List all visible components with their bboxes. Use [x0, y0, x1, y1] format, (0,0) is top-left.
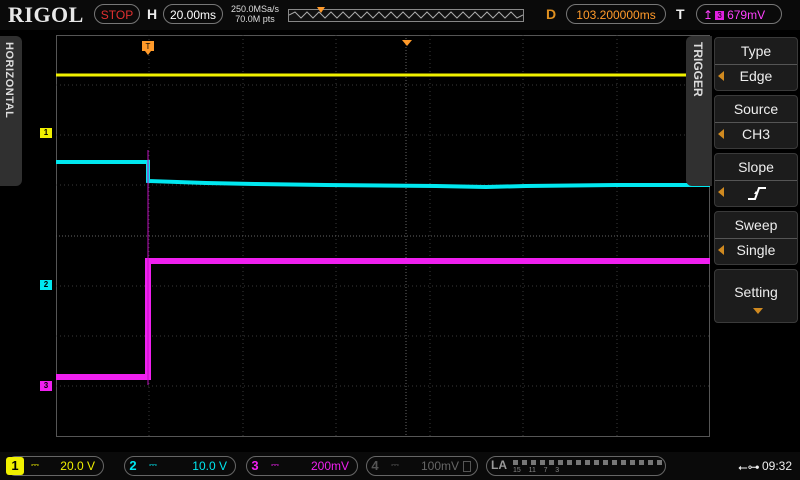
- ch1-scale-box[interactable]: 1 ⎓ 20.0 V: [6, 456, 104, 476]
- timebase-value[interactable]: 20.00ms: [163, 4, 223, 24]
- delay-label: D: [546, 6, 557, 22]
- chevron-down-icon: [753, 308, 763, 314]
- edge-slope-icon: ↥: [703, 8, 714, 22]
- dc-coupling-icon: ⎓: [149, 460, 157, 471]
- divider: [715, 180, 797, 181]
- svg-text:T: T: [146, 42, 151, 51]
- divider: [715, 64, 797, 65]
- run-stop-status[interactable]: STOP: [94, 4, 140, 24]
- horizontal-label: H: [147, 6, 158, 22]
- memory-trigger-marker-icon: [317, 2, 325, 20]
- menu-title: Type: [740, 43, 772, 59]
- logic-analyzer-box[interactable]: LA 15 11 7 3: [486, 456, 666, 476]
- trigger-label: T: [676, 6, 685, 22]
- ch2-trace: [56, 160, 710, 190]
- ch3-scale-box[interactable]: 3 ⎓ 200mV: [246, 456, 358, 476]
- ch2-scale-box[interactable]: 2 ⎓ 10.0 V: [124, 456, 236, 476]
- ch3-label: 3: [251, 458, 259, 473]
- menu-title: Setting: [734, 284, 778, 300]
- trigger-position-icon[interactable]: T: [142, 41, 154, 60]
- divider: [715, 122, 797, 123]
- delay-value[interactable]: 103.200000ms: [566, 4, 666, 24]
- trigger-type-menu[interactable]: Type Edge: [714, 37, 798, 91]
- menu-title: Source: [733, 101, 779, 117]
- trigger-sweep-menu[interactable]: Sweep Single: [714, 211, 798, 265]
- brand-logo: RIGOL: [8, 2, 84, 27]
- ch3-marker[interactable]: 3: [40, 381, 52, 391]
- dc-coupling-icon: ⎓: [391, 460, 399, 471]
- clock: 09:32: [762, 459, 793, 473]
- ch3-trace: [56, 258, 710, 380]
- ch1-marker[interactable]: 1: [40, 128, 52, 138]
- ch3-source-icon: 3: [715, 11, 725, 21]
- trigger-tab[interactable]: TRIGGER: [686, 36, 712, 186]
- dc-coupling-icon: ⎓: [271, 460, 279, 471]
- ch2-label: 2: [129, 458, 137, 473]
- ch4-scale-box[interactable]: 4 ⎓ 100mV: [366, 456, 478, 476]
- ch1-scale: 20.0 V: [60, 459, 95, 473]
- top-status-bar: RIGOL STOP H 20.00ms 250.0MSa/s 70.0M pt…: [0, 0, 800, 30]
- sample-info: 250.0MSa/s 70.0M pts: [229, 4, 281, 24]
- menu-value: CH3: [741, 126, 770, 142]
- trigger-source-menu[interactable]: Source CH3: [714, 95, 798, 149]
- sample-rate: 250.0MSa/s: [230, 4, 280, 14]
- ch2-scale: 10.0 V: [192, 459, 227, 473]
- select-arrow-icon: [718, 187, 724, 197]
- trigger-level-value: 679mV: [727, 8, 766, 22]
- memory-depth: 70.0M pts: [235, 14, 275, 24]
- ch4-impedance-icon: [463, 461, 471, 472]
- horizontal-center-marker-icon: [402, 34, 412, 52]
- ch4-label: 4: [371, 458, 379, 473]
- bottom-channel-bar: 1 ⎓ 20.0 V 2 ⎓ 10.0 V 3 ⎓ 200mV 4 ⎓ 100m…: [0, 452, 800, 480]
- la-label: LA: [491, 458, 507, 472]
- dc-coupling-icon: ⎓: [31, 460, 39, 471]
- ch1-label: 1: [6, 457, 24, 475]
- ch2-marker[interactable]: 2: [40, 280, 52, 290]
- horizontal-tab-label: HORIZONTAL: [3, 42, 15, 119]
- menu-title: Sweep: [734, 217, 778, 233]
- trigger-slope-menu[interactable]: Slope: [714, 153, 798, 207]
- ch3-scale: 200mV: [310, 459, 349, 473]
- waveform-display[interactable]: T: [56, 35, 710, 437]
- usb-icon: ⭠⊶: [738, 460, 760, 474]
- la-channel-indicators: [513, 460, 663, 465]
- trigger-status[interactable]: ↥ 3 679mV: [696, 4, 782, 24]
- ch4-scale: 100mV: [420, 459, 459, 473]
- menu-value: Edge: [739, 68, 773, 84]
- trigger-tab-label: TRIGGER: [691, 42, 705, 97]
- graticule: [56, 35, 710, 437]
- rising-edge-icon: [747, 185, 767, 206]
- la-channel-groups: 15 11 7 3: [513, 467, 560, 474]
- trigger-setting-menu[interactable]: Setting: [714, 269, 798, 323]
- menu-value: Single: [736, 242, 776, 258]
- menu-title: Slope: [738, 159, 774, 175]
- memory-overview-bar: [288, 7, 524, 22]
- divider: [715, 238, 797, 239]
- horizontal-tab[interactable]: HORIZONTAL: [0, 36, 22, 186]
